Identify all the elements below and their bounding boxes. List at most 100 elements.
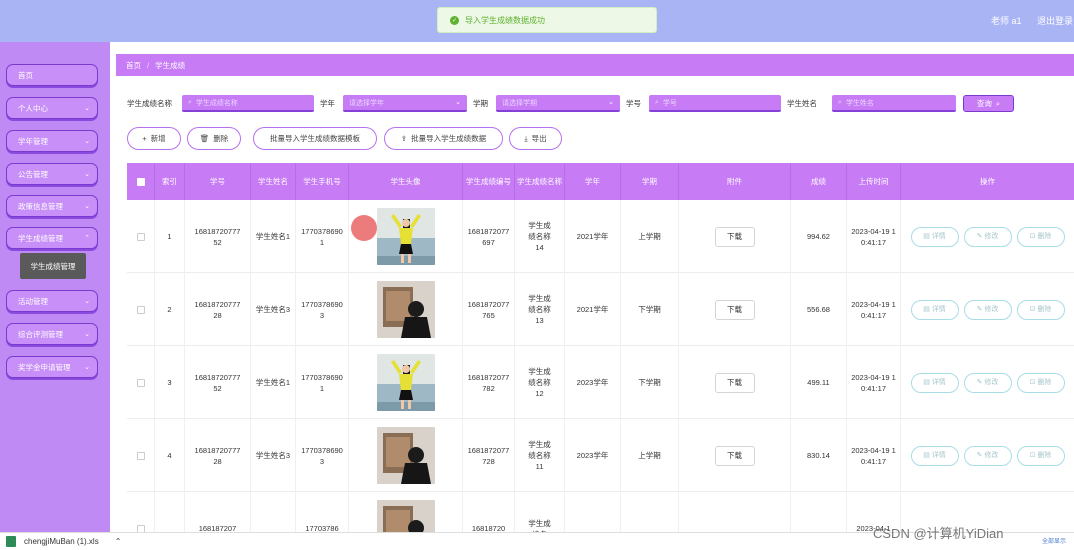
cell-term: 上学期 bbox=[621, 200, 679, 273]
cell-text: 2021学年 bbox=[576, 305, 609, 314]
cell-text: 学生姓名3 bbox=[255, 451, 291, 460]
chevron-down-icon: ⌄ bbox=[608, 99, 614, 106]
sidebar-item-year[interactable]: 学年管理 ⌄ bbox=[6, 130, 98, 152]
search-input-name[interactable]: ⌕ 学生成绩名称 bbox=[182, 95, 314, 112]
download-file-name[interactable]: chengjiMuBan (1).xls bbox=[24, 537, 99, 546]
download-button[interactable]: 下载 bbox=[714, 299, 755, 320]
detail-button[interactable]: ▤ 详情 bbox=[910, 226, 959, 247]
doc-icon: ▤ bbox=[923, 452, 930, 459]
delete-row-button[interactable]: ⊡ 删除 bbox=[1016, 299, 1065, 320]
sidebar-item-notice[interactable]: 公告管理 ⌄ bbox=[6, 163, 98, 185]
download-template-button[interactable]: 批量导入学生成绩数据模板 bbox=[253, 127, 377, 150]
delete-button[interactable]: 🗑 删除 bbox=[187, 127, 241, 150]
sidebar-item-activity[interactable]: 活动管理 ⌄ bbox=[6, 290, 98, 312]
filter-label-term: 学期 bbox=[473, 98, 488, 108]
row-checkbox[interactable] bbox=[136, 378, 145, 387]
column-header: 操作 bbox=[980, 177, 995, 186]
search-input-student[interactable]: ⌕ 学生姓名 bbox=[832, 95, 956, 112]
cell-sid: 1681872077728 bbox=[185, 273, 251, 346]
cell-term: 下学期 bbox=[621, 273, 679, 346]
add-button[interactable]: + 新增 bbox=[127, 127, 181, 150]
search-input-id[interactable]: ⌕ 学号 bbox=[649, 95, 781, 112]
attachment-cell: 下载 bbox=[679, 273, 791, 346]
pencil-icon: ✎ bbox=[976, 306, 983, 313]
column-header: 学生成绩名称 bbox=[515, 163, 565, 200]
student-avatar-image bbox=[376, 208, 435, 265]
cell-text: 学生成绩名称11 bbox=[528, 440, 551, 471]
cell-phone: 17703786903 bbox=[296, 419, 349, 492]
edit-button[interactable]: ✎ 修改 bbox=[963, 372, 1012, 393]
export-button[interactable]: ⤓ 导出 bbox=[509, 127, 562, 150]
column-header: 学生姓名 bbox=[251, 163, 296, 200]
show-all-link[interactable]: 全部显示 bbox=[1042, 536, 1066, 545]
select-year[interactable]: 请选择学年 ⌄ bbox=[343, 95, 467, 112]
sidebar-item-home[interactable]: 首页 bbox=[6, 64, 98, 86]
detail-button[interactable]: ▤ 详情 bbox=[910, 299, 959, 320]
sidebar-subitem-grades[interactable]: 学生成绩管理 bbox=[20, 253, 86, 279]
chevron-up-icon: ⌃ bbox=[84, 235, 90, 242]
cell-text: 1681872077752 bbox=[194, 372, 241, 393]
chevron-up-icon[interactable]: ⌃ bbox=[115, 537, 122, 546]
query-button[interactable]: 查询 ⌕ bbox=[963, 95, 1014, 112]
attachment-cell: 下载 bbox=[679, 419, 791, 492]
row-checkbox[interactable] bbox=[136, 232, 145, 241]
cell-text: 994.62 bbox=[807, 232, 830, 241]
input-placeholder: 学生姓名 bbox=[845, 99, 874, 107]
operations-cell: ▤ 详情 ✎ 修改 ⊡ 删除 bbox=[901, 346, 1074, 419]
trash-icon: ⊡ bbox=[1029, 233, 1036, 240]
cell-year: 2023学年 bbox=[565, 346, 621, 419]
add-label: 新增 bbox=[150, 134, 166, 143]
trash-icon: ⊡ bbox=[1029, 306, 1036, 313]
delete-row-button[interactable]: ⊡ 删除 bbox=[1016, 226, 1065, 247]
cell-phone: 17703786901 bbox=[296, 200, 349, 273]
attachment-cell: 下载 bbox=[679, 200, 791, 273]
edit-button[interactable]: ✎ 修改 bbox=[963, 445, 1012, 466]
cell-sid: 1681872077752 bbox=[185, 346, 251, 419]
detail-button[interactable]: ▤ 详情 bbox=[910, 445, 959, 466]
edit-button[interactable]: ✎ 修改 bbox=[963, 299, 1012, 320]
cell-text: 1681872077752 bbox=[194, 226, 241, 247]
sidebar-item-profile[interactable]: 个人中心 ⌄ bbox=[6, 97, 98, 119]
cell-text: 1681872077728 bbox=[194, 445, 241, 466]
sidebar-item-policy[interactable]: 政策信息管理 ⌄ bbox=[6, 195, 98, 217]
row-checkbox[interactable] bbox=[136, 305, 145, 314]
cell-text: 下学期 bbox=[638, 305, 661, 314]
upload-icon: ⇪ bbox=[400, 134, 408, 143]
delete-label: 删除 bbox=[213, 134, 229, 143]
cell-term: 下学期 bbox=[621, 346, 679, 419]
cell-text: 下学期 bbox=[638, 378, 661, 387]
chevron-down-icon: ⌄ bbox=[84, 364, 90, 371]
row-checkbox[interactable] bbox=[136, 451, 145, 460]
batch-import-button[interactable]: ⇪ 批量导入学生成绩数据 bbox=[384, 127, 503, 150]
edit-button[interactable]: ✎ 修改 bbox=[963, 226, 1012, 247]
select-all-checkbox[interactable] bbox=[127, 163, 155, 200]
cell-text: 2023学年 bbox=[576, 378, 609, 387]
breadcrumb-separator: / bbox=[147, 60, 150, 70]
delete-row-button[interactable]: ⊡ 删除 bbox=[1016, 445, 1065, 466]
sidebar-item-grades[interactable]: 学生成绩管理 ⌃ bbox=[6, 227, 98, 249]
cell-text: 学生姓名1 bbox=[255, 232, 291, 241]
download-button[interactable]: 下载 bbox=[714, 445, 755, 466]
logout-link[interactable]: 退出登录 bbox=[1037, 14, 1073, 27]
select-placeholder: 请选择学年 bbox=[349, 99, 384, 107]
detail-button[interactable]: ▤ 详情 bbox=[910, 372, 959, 393]
download-button[interactable]: 下载 bbox=[714, 372, 755, 393]
sidebar-item-scholarship[interactable]: 奖学金申请管理 ⌄ bbox=[6, 356, 98, 378]
cell-gid: 1681872077697 bbox=[463, 200, 515, 273]
filter-label-year: 学年 bbox=[320, 98, 335, 108]
cell-name: 学生姓名1 bbox=[251, 200, 296, 273]
column-header: 附件 bbox=[679, 163, 791, 200]
column-header: 学年 bbox=[565, 163, 621, 200]
delete-row-button[interactable]: ⊡ 删除 bbox=[1016, 372, 1065, 393]
sidebar-item-evaluation[interactable]: 综合评测管理 ⌄ bbox=[6, 323, 98, 345]
check-circle-icon: ✓ bbox=[450, 15, 459, 25]
column-header: 成绩 bbox=[791, 163, 847, 200]
breadcrumb-home[interactable]: 首页 bbox=[126, 60, 141, 71]
select-term[interactable]: 请选择学期 ⌄ bbox=[496, 95, 620, 112]
user-name[interactable]: 老师 a1 bbox=[991, 14, 1022, 27]
download-button[interactable]: 下载 bbox=[714, 226, 755, 247]
chevron-down-icon: ⌄ bbox=[84, 203, 90, 210]
cell-text: 17703786903 bbox=[301, 299, 343, 320]
cell-text: 3 bbox=[167, 378, 172, 387]
search-icon: ⌕ bbox=[995, 98, 1001, 108]
